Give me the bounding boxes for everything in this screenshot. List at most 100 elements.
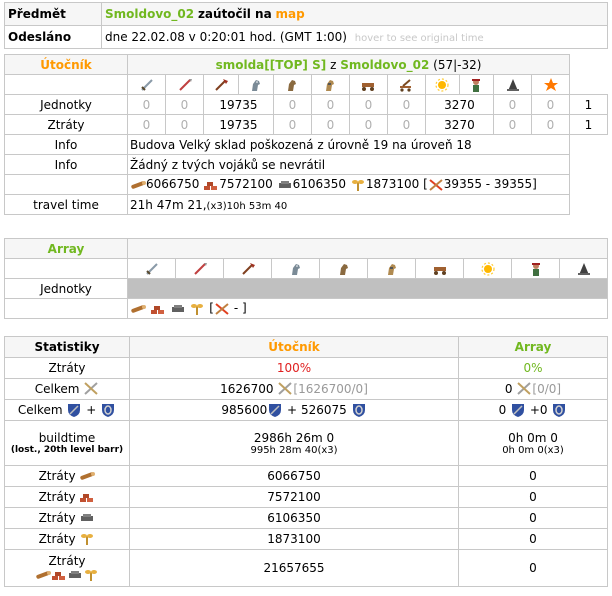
crop-icon xyxy=(189,302,205,316)
attacker-losses-row: Ztráty 0 0 19735 0 0 0 0 3270 0 0 1 xyxy=(4,114,608,135)
stats-loss-wood-def: 0 xyxy=(458,465,608,487)
crossed-swords-icon xyxy=(83,382,99,396)
attacker-player-link[interactable]: smolda xyxy=(216,58,265,72)
stats-def-def-cell: 0 +0 xyxy=(458,399,608,421)
stats-col-defender: Array xyxy=(458,336,608,358)
subject-target-link[interactable]: map xyxy=(276,7,305,21)
unit-loss: 0 xyxy=(127,114,166,135)
res-crop: 1873100 xyxy=(365,177,420,192)
def-units-label: Jednotky xyxy=(4,278,128,299)
travel-time-label: travel time xyxy=(4,194,128,215)
stats-loss-clay-att: 7572100 xyxy=(129,486,459,508)
ram-icon xyxy=(348,74,388,95)
stats-title: Statistiky xyxy=(4,336,130,358)
attacker-coords: (57|-32) xyxy=(433,57,482,72)
info-label: Info xyxy=(4,134,128,155)
attacker-alliance-link[interactable]: [[TOP] S] xyxy=(264,58,326,72)
stats-build-att-small: 995h 28m 40(x3) xyxy=(250,444,338,456)
stats-loss-clay-label: Ztráty xyxy=(4,486,130,508)
stats-build-sub: (lost., 20th level barr) xyxy=(10,445,124,455)
infantry-shield-icon xyxy=(66,403,82,417)
stats-total-def-paren: [0/0] xyxy=(532,381,562,396)
axe-icon xyxy=(223,258,272,279)
defender-resources: [ - ] xyxy=(127,298,608,319)
stats-def-label: Celkem xyxy=(17,402,63,417)
unit-count: 0 xyxy=(127,94,166,115)
plus-sign: + xyxy=(287,402,298,417)
light-cavalry-icon xyxy=(272,74,312,95)
stats-build-def: 0h 0m 0 xyxy=(508,430,558,445)
axe-icon xyxy=(203,74,239,95)
stats-losses-def: 0% xyxy=(458,357,608,379)
catapult-icon xyxy=(386,74,426,95)
loss-label: Ztráty xyxy=(38,531,76,546)
stats-def-def-a: 0 xyxy=(498,402,507,417)
unit-loss: 0 xyxy=(531,114,570,135)
chief-icon xyxy=(511,258,560,279)
info-no-return: Žádný z tvých vojáků se nevrátil xyxy=(127,154,570,175)
stats-loss-iron-att: 6106350 xyxy=(129,507,459,529)
sent-label: Odesláno xyxy=(4,25,102,49)
stats-loss-wood-att: 6066750 xyxy=(129,465,459,487)
travel-time-value: 21h 47m 21, xyxy=(130,197,207,212)
sword-icon xyxy=(127,258,176,279)
stats-build-att-cell: 2986h 26m 0 995h 28m 40(x3) xyxy=(129,420,459,466)
stats-total-att-paren: [1626700/0] xyxy=(293,381,368,396)
stats-loss-crop-label: Ztráty xyxy=(4,528,130,550)
crop-icon xyxy=(79,532,95,546)
stats-build-label: buildtime xyxy=(38,431,96,445)
loss-label: Ztráty xyxy=(38,489,76,504)
attacker-resources: 6066750 7572100 6106350 1873100 [39355 -… xyxy=(127,174,570,195)
def-bounty: - xyxy=(233,301,239,316)
attacker-units-row: Jednotky 0 0 19735 0 0 0 0 3270 0 0 1 xyxy=(4,94,608,115)
subject-label: Předmět xyxy=(4,2,102,26)
spear-icon xyxy=(165,74,204,95)
light-cavalry-icon xyxy=(319,258,368,279)
crop-icon xyxy=(350,178,366,192)
unit-icon-spacer xyxy=(4,74,128,95)
stats-def-att-a: 985600 xyxy=(221,402,268,417)
res-clay: 7572100 xyxy=(219,177,273,192)
subject-player-link[interactable]: Smoldovo_02 xyxy=(105,7,194,21)
unit-loss: 0 xyxy=(310,114,350,135)
travel-time-cell: 21h 47m 21,(x3)10h 53m 40 xyxy=(127,194,570,215)
settler-icon xyxy=(559,258,608,279)
info-building-damage: Budova Velký sklad poškozená z úrovně 19… xyxy=(127,134,570,155)
defender-header xyxy=(127,238,608,259)
stats-loss-iron-def: 0 xyxy=(458,507,608,529)
sent-value[interactable]: dne 22.02.08 v 0:20:01 hod. (GMT 1:00) xyxy=(105,30,347,44)
cavalry-shield-icon xyxy=(551,403,567,417)
stats-total-label-cell: Celkem xyxy=(4,378,130,400)
loss-label: Ztráty xyxy=(38,468,76,483)
attacker-village-link[interactable]: Smoldovo_02 xyxy=(340,58,429,72)
crossed-swords-icon xyxy=(277,382,293,396)
settler-icon xyxy=(493,74,532,95)
sent-cell: dne 22.02.08 v 0:20:01 hod. (GMT 1:00) h… xyxy=(101,25,608,49)
unit-count: 3270 xyxy=(424,94,495,115)
unit-count: 0 xyxy=(165,94,204,115)
iron-icon xyxy=(170,302,186,316)
scout-horse-icon xyxy=(271,258,320,279)
unit-loss: 0 xyxy=(493,114,532,135)
statistics-table: Statistiky Útočník Array Ztráty 100% 0% … xyxy=(4,336,608,587)
unit-loss: 3270 xyxy=(424,114,495,135)
iron-icon xyxy=(277,178,293,192)
defender-title: Array xyxy=(4,238,128,259)
def-res-spacer xyxy=(4,298,128,319)
unit-loss: 0 xyxy=(348,114,388,135)
sun-icon xyxy=(424,74,460,95)
stats-def-att-cell: 985600 + 526075 xyxy=(129,399,459,421)
stats-loss-clay-def: 0 xyxy=(458,486,608,508)
attacker-from: z xyxy=(330,57,337,72)
units-label: Jednotky xyxy=(4,94,128,115)
def-icon-spacer xyxy=(4,258,128,279)
stats-col-attacker: Útočník xyxy=(129,336,459,358)
heavy-cavalry-icon xyxy=(367,258,416,279)
sun-icon xyxy=(463,258,512,279)
stats-total-def-cell: 0 [0/0] xyxy=(458,378,608,400)
unit-loss: 0 xyxy=(165,114,204,135)
wood-icon xyxy=(130,178,146,192)
heavy-cavalry-icon xyxy=(310,74,350,95)
clay-icon xyxy=(79,490,95,504)
res-bounty: 39355 - 39355 xyxy=(443,177,533,192)
